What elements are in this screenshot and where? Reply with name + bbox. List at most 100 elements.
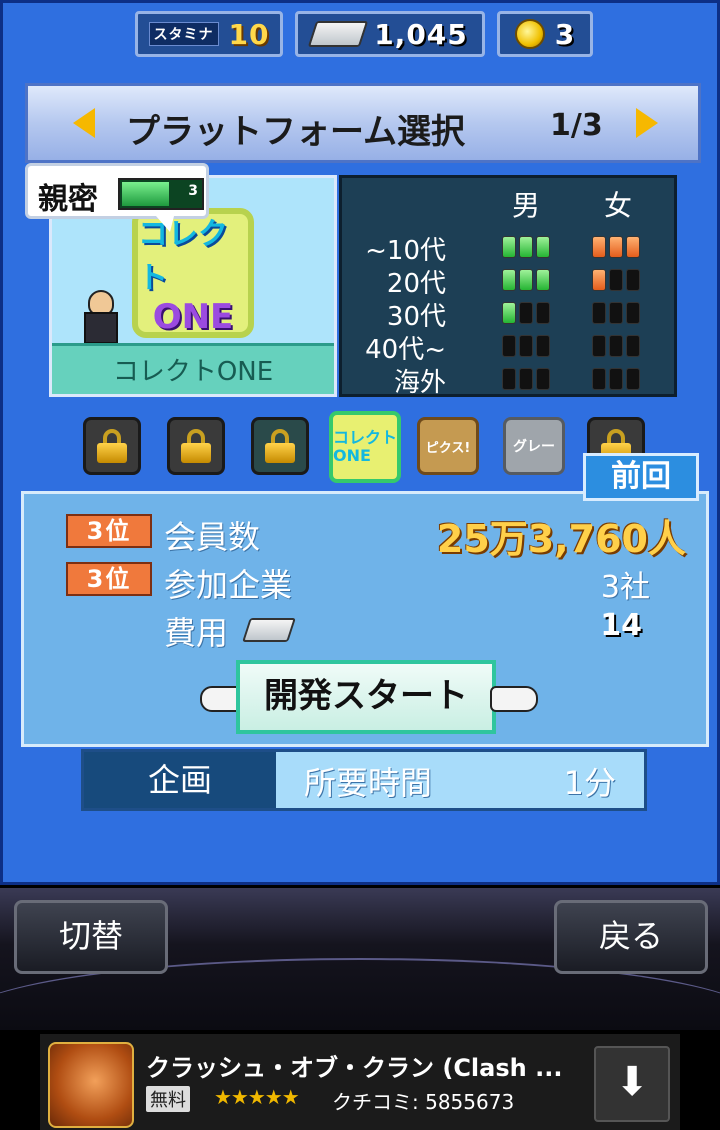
interest-pip: [592, 368, 606, 390]
interest-pip: [519, 236, 533, 258]
demographic-row: 30代: [342, 296, 674, 332]
ingot-counter: 1,045: [295, 11, 485, 57]
ad-reviews: クチコミ: 5855673: [332, 1090, 515, 1114]
companies-value: 3社: [600, 570, 650, 605]
interest-pip: [626, 269, 640, 291]
female-interest-meter: [592, 368, 640, 390]
male-interest-meter: [502, 302, 550, 324]
interest-pip: [609, 236, 623, 258]
plan-bar: 企画 所要時間 1分: [81, 749, 647, 811]
female-header: 女: [604, 189, 633, 222]
platform-icon-selected[interactable]: コレクト ONE: [329, 411, 401, 483]
cost-value: 14: [600, 608, 642, 643]
next-page-arrow-icon[interactable]: [636, 108, 658, 138]
interest-pip: [536, 335, 550, 357]
logo-line1: コレクト: [138, 217, 228, 296]
switch-button[interactable]: 切替: [14, 900, 168, 974]
demographic-row: ~10代: [342, 230, 674, 266]
pointing-hand-icon: [490, 686, 538, 712]
logo-line2: ONE: [152, 297, 234, 337]
ingot-value: 1,045: [374, 17, 468, 51]
resource-bar: スタミナ 10 1,045 3: [3, 11, 720, 61]
ad-rating-stars: ★★★★★: [214, 1085, 300, 1109]
interest-pip: [502, 302, 516, 324]
interest-pip: [609, 269, 623, 291]
interest-pip: [502, 368, 516, 390]
interest-pip: [626, 368, 640, 390]
demographic-row: 海外: [342, 362, 674, 398]
female-interest-meter: [592, 269, 640, 291]
plan-kind: 企画: [84, 752, 276, 808]
gray-icon-label: グレー: [513, 439, 555, 455]
lock-icon: [97, 429, 127, 463]
stamina-counter: スタミナ 10: [135, 11, 283, 57]
character-sprite: [82, 290, 118, 346]
game-screen: スタミナ 10 1,045 3 プラットフォーム選択 1/3 コレクト ONE …: [0, 0, 720, 885]
interest-pip: [592, 335, 606, 357]
interest-pip: [626, 236, 640, 258]
stamina-label: スタミナ: [148, 22, 219, 46]
members-label: 会員数: [164, 518, 261, 556]
platform-icon-pixu[interactable]: ピクス!: [417, 417, 479, 475]
platform-select-header: プラットフォーム選択 1/3: [25, 83, 701, 163]
interest-pip: [626, 302, 640, 324]
selected-icon-label: コレクト ONE: [333, 428, 398, 465]
age-label: 海外: [393, 368, 446, 398]
lock-icon: [181, 429, 211, 463]
members-rank-badge: 3位: [66, 514, 152, 548]
platform-icon-locked[interactable]: [167, 417, 225, 475]
interest-pip: [536, 368, 550, 390]
prev-page-arrow-icon[interactable]: [73, 108, 95, 138]
interest-pip: [592, 269, 606, 291]
male-interest-meter: [502, 236, 550, 258]
female-interest-meter: [592, 335, 640, 357]
platform-stats: 3位 会員数 25万3,760人 3位 参加企業 3社 費用 14 開発スタート: [21, 491, 709, 747]
interest-pip: [592, 236, 606, 258]
age-label: ~10代: [365, 236, 446, 266]
interest-pip: [519, 335, 533, 357]
male-interest-meter: [502, 368, 550, 390]
coin-icon: [514, 19, 545, 49]
pixu-icon-label: ピクス!: [425, 440, 471, 456]
companies-label: 参加企業: [164, 566, 293, 604]
male-interest-meter: [502, 335, 550, 357]
interest-pip: [536, 236, 550, 258]
female-interest-meter: [592, 236, 640, 258]
interest-pip: [536, 302, 550, 324]
page-indicator: 1/3: [550, 108, 603, 143]
interest-pip: [519, 302, 533, 324]
ingot-icon: [307, 21, 369, 47]
demographics-panel: 男 女 ~10代 20代 30代 40代~ 海外: [339, 175, 677, 398]
download-icon[interactable]: ⬇: [594, 1046, 670, 1122]
interest-pip: [502, 236, 516, 258]
interest-pip: [502, 269, 516, 291]
app-icon[interactable]: [48, 1042, 134, 1128]
required-time-value: 1分: [563, 764, 616, 802]
age-label: 30代: [386, 302, 446, 332]
ad-banner[interactable]: クラッシュ・オブ・クラン (Clash ... 無料 ★★★★★ クチコミ: 5…: [40, 1034, 680, 1130]
male-header: 男: [512, 189, 541, 222]
page-title: プラットフォーム選択: [126, 112, 465, 152]
affinity-meter: 3: [118, 178, 204, 210]
age-label: 40代~: [365, 335, 446, 365]
age-label: 20代: [386, 269, 446, 299]
affinity-label: 親密: [38, 182, 98, 217]
platform-icon-locked[interactable]: [251, 417, 309, 475]
cost-label: 費用: [164, 614, 229, 652]
lock-icon: [265, 429, 295, 463]
previous-button[interactable]: 前回: [583, 453, 699, 501]
interest-pip: [609, 302, 623, 324]
interest-pip: [519, 269, 533, 291]
start-development-button[interactable]: 開発スタート: [236, 660, 496, 734]
platform-logo: コレクト ONE: [132, 208, 254, 338]
platform-icon-gray[interactable]: グレー: [503, 417, 565, 475]
platform-icon-locked[interactable]: [83, 417, 141, 475]
affinity-bubble: 親密 3: [25, 163, 209, 232]
interest-pip: [519, 368, 533, 390]
required-time-label: 所要時間: [304, 764, 433, 802]
affinity-fill: [122, 182, 169, 206]
interest-pip: [502, 335, 516, 357]
ad-title[interactable]: クラッシュ・オブ・クラン (Clash ...: [146, 1048, 562, 1083]
interest-pip: [592, 302, 606, 324]
back-button[interactable]: 戻る: [554, 900, 708, 974]
